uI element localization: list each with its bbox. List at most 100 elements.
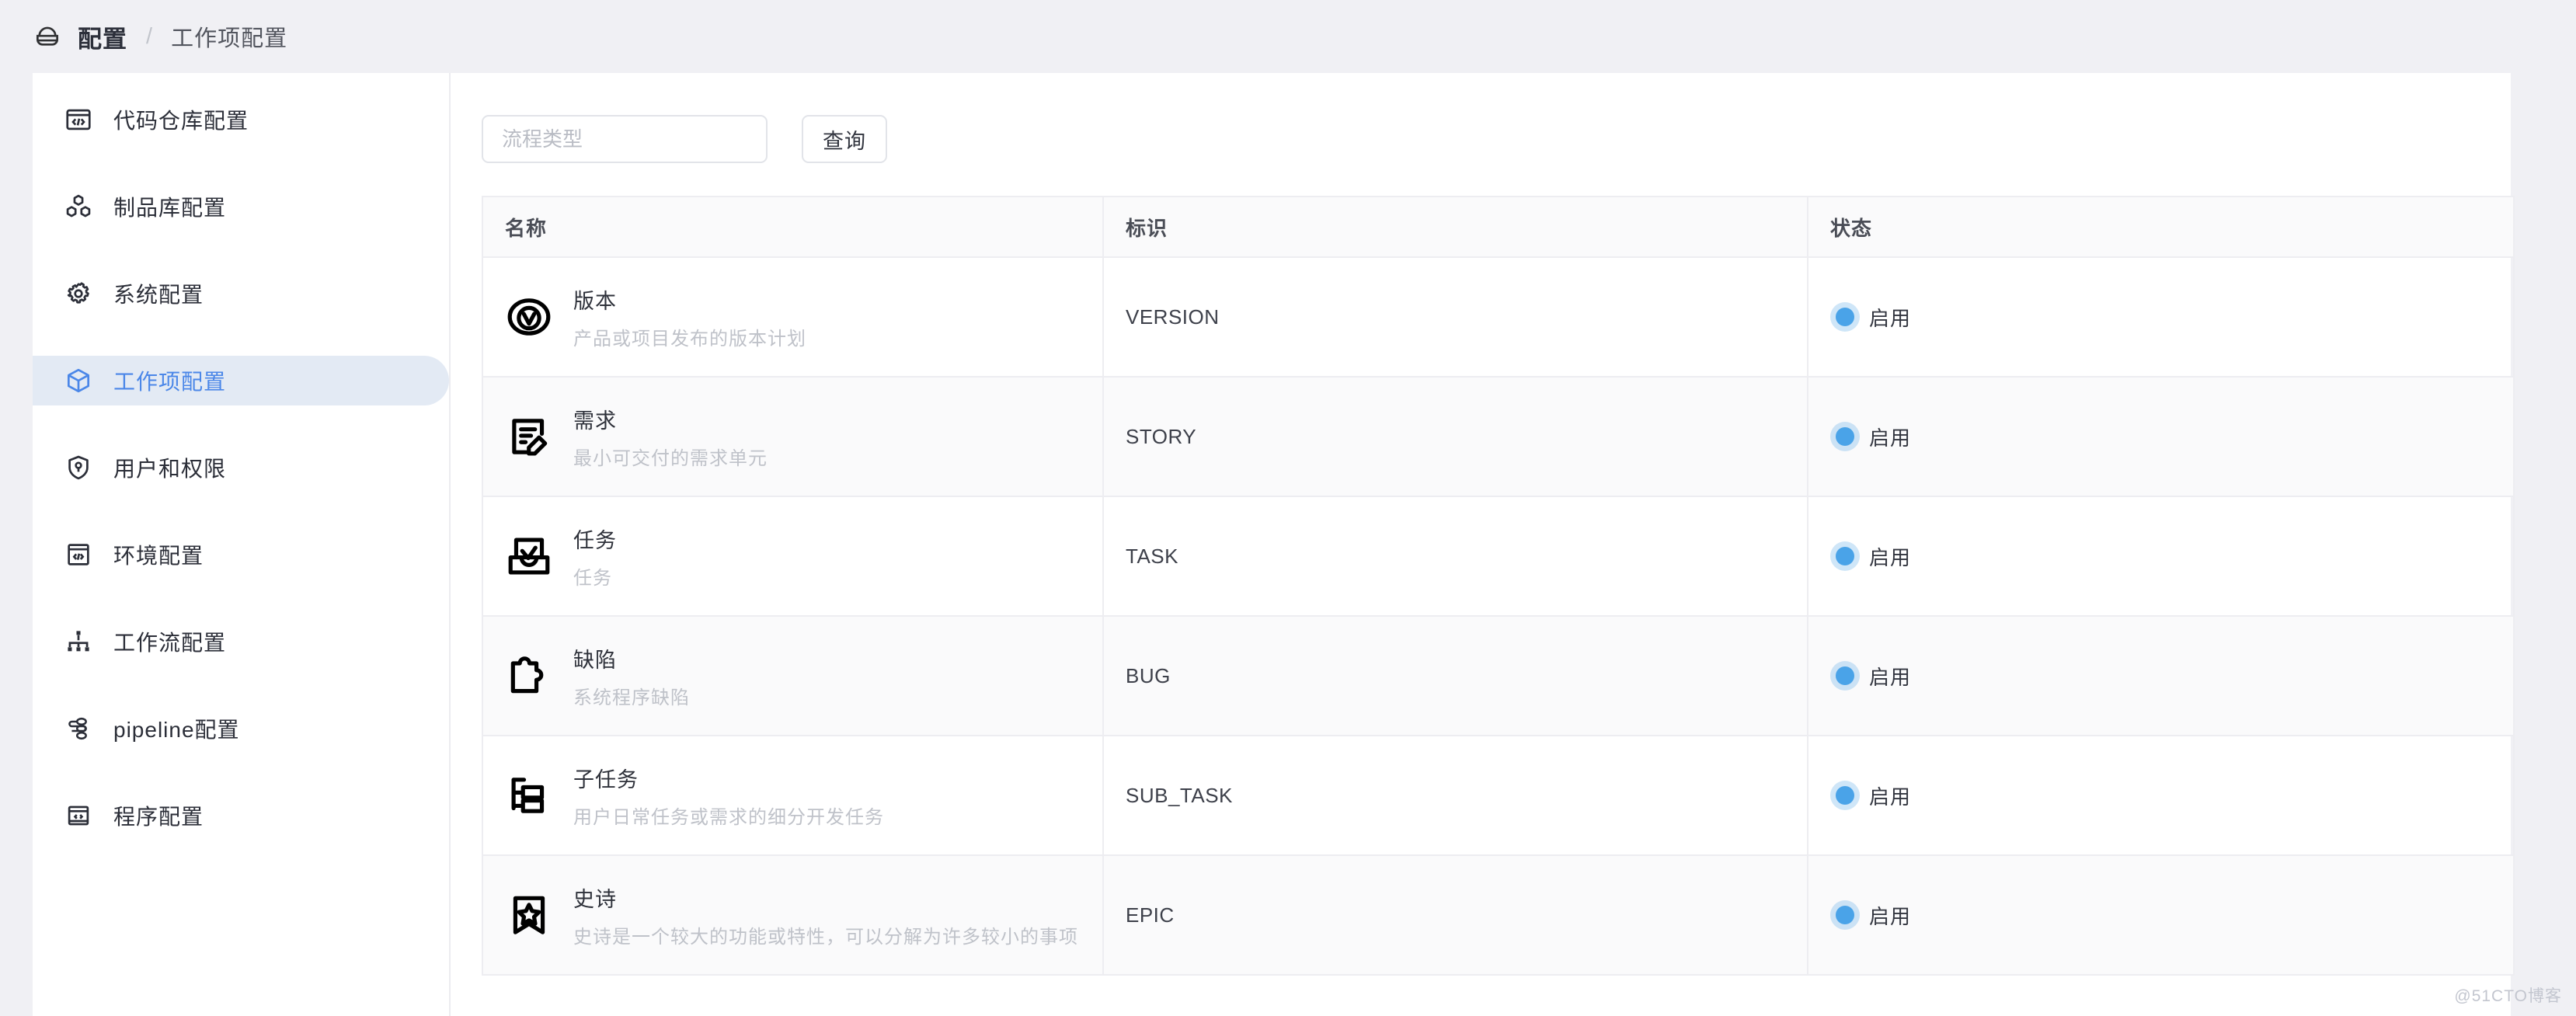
basket-icon [33,22,62,51]
cell-status: 启用 [1808,736,2514,855]
cell-key: STORY [1103,377,1808,496]
sidebar-item-users-permissions[interactable]: 用户和权限 [33,443,449,492]
cell-name: 缺陷 系统程序缺陷 [482,616,1103,736]
sidebar-item-label: 代码仓库配置 [113,104,249,135]
cell-name: 版本 产品或项目发布的版本计划 [482,257,1103,377]
item-key: BUG [1126,664,1171,687]
cell-key: EPIC [1103,855,1808,975]
cubes-icon [64,192,93,221]
sidebar-item-system-config[interactable]: 系统配置 [33,269,449,318]
sidebar-item-pipeline-config[interactable]: pipeline配置 [33,704,449,753]
status-badge: 启用 [1869,781,1911,810]
status-dot-icon [1836,308,1854,326]
sidebar-item-label: 系统配置 [113,278,204,309]
breadcrumb-root[interactable]: 配置 [78,19,127,54]
status-dot-icon [1836,547,1854,565]
process-type-input[interactable] [482,115,768,163]
sidebar-item-workitem-config[interactable]: 工作项配置 [33,356,449,405]
table-row[interactable]: 子任务 用户日常任务或需求的细分开发任务 SUB_TASK 启用 [482,736,2514,855]
column-header-status: 状态 [1808,197,2514,257]
document-edit-icon [505,412,553,461]
table-row[interactable]: 史诗 史诗是一个较大的功能或特性，可以分解为许多较小的事项 EPIC 启用 [482,855,2514,975]
sidebar-item-program-config[interactable]: 程序配置 [33,791,449,840]
table-row[interactable]: 任务 任务 TASK 启用 [482,496,2514,616]
version-check-circle-icon [505,293,553,341]
bookmark-star-icon [505,891,553,939]
table-header-row: 名称 标识 状态 [482,197,2514,257]
sidebar-item-workflow-config[interactable]: 工作流配置 [33,617,449,666]
item-description: 史诗是一个较大的功能或特性，可以分解为许多较小的事项 [573,921,1078,948]
status-badge: 启用 [1869,303,1911,332]
gear-icon [64,279,93,308]
status-dot-icon [1836,666,1854,685]
sidebar: 代码仓库配置 制品库配置 系统配置 [33,73,451,1016]
breadcrumb-separator: / [146,24,152,50]
watermark: @51CTO博客 [2454,983,2562,1007]
column-header-key: 标识 [1103,197,1808,257]
cell-status: 启用 [1808,377,2514,496]
cell-name: 史诗 史诗是一个较大的功能或特性，可以分解为许多较小的事项 [482,855,1103,975]
status-badge: 启用 [1869,662,1911,691]
cell-key: TASK [1103,496,1808,616]
cell-status: 启用 [1808,257,2514,377]
item-key: TASK [1126,545,1178,568]
item-key: EPIC [1126,903,1175,927]
table-row[interactable]: 版本 产品或项目发布的版本计划 VERSION 启用 [482,257,2514,377]
code-square-icon [64,540,93,569]
item-title: 版本 [573,284,806,315]
status-badge: 启用 [1869,542,1911,571]
sidebar-item-label: 用户和权限 [113,452,226,483]
item-key: STORY [1126,425,1196,448]
item-title: 史诗 [573,882,1078,913]
code-window-icon [64,105,93,134]
query-button[interactable]: 查询 [802,115,887,163]
sidebar-item-label: 程序配置 [113,800,204,831]
status-dot-icon [1836,427,1854,446]
table-body: 版本 产品或项目发布的版本计划 VERSION 启用 [482,257,2514,975]
program-icon [64,801,93,830]
table-header: 名称 标识 状态 [482,197,2514,257]
cell-status: 启用 [1808,496,2514,616]
breadcrumb-leaf[interactable]: 工作项配置 [171,20,287,53]
cell-name: 需求 最小可交付的需求单元 [482,377,1103,496]
item-description: 最小可交付的需求单元 [573,443,768,470]
shield-key-icon [64,453,93,482]
status-dot-icon [1836,906,1854,924]
pipeline-icon [64,714,93,743]
item-description: 系统程序缺陷 [573,682,690,709]
subtask-tree-icon [505,771,553,819]
column-header-name: 名称 [482,197,1103,257]
item-description: 任务 [573,562,617,590]
breadcrumb-bar: 配置 / 工作项配置 [0,0,2576,73]
sidebar-item-label: 工作项配置 [113,365,226,396]
sidebar-item-label: 制品库配置 [113,191,226,222]
sidebar-item-label: 环境配置 [113,539,204,570]
item-key: SUB_TASK [1126,784,1233,807]
status-badge: 启用 [1869,901,1911,930]
item-description: 产品或项目发布的版本计划 [573,323,806,350]
sidebar-item-environment-config[interactable]: 环境配置 [33,530,449,579]
filter-bar: 查询 [482,115,2447,163]
cube-outline-icon [64,366,93,395]
task-check-inbox-icon [505,532,553,580]
content-area: 查询 名称 标识 状态 [451,73,2511,1016]
puzzle-piece-icon [505,652,553,700]
cell-key: SUB_TASK [1103,736,1808,855]
cell-key: BUG [1103,616,1808,736]
item-key: VERSION [1126,305,1220,329]
workitem-table: 名称 标识 状态 [482,196,2515,976]
table-row[interactable]: 缺陷 系统程序缺陷 BUG 启用 [482,616,2514,736]
cell-key: VERSION [1103,257,1808,377]
sidebar-item-code-repo[interactable]: 代码仓库配置 [33,95,449,144]
hierarchy-icon [64,627,93,656]
status-dot-icon [1836,786,1854,805]
sidebar-item-label: 工作流配置 [113,626,226,657]
cell-status: 启用 [1808,616,2514,736]
sidebar-item-label: pipeline配置 [113,713,240,744]
status-badge: 启用 [1869,423,1911,451]
item-title: 缺陷 [573,643,690,673]
sidebar-item-artifact-repo[interactable]: 制品库配置 [33,182,449,231]
cell-name: 子任务 用户日常任务或需求的细分开发任务 [482,736,1103,855]
app-shell: 代码仓库配置 制品库配置 系统配置 [33,73,2511,1016]
table-row[interactable]: 需求 最小可交付的需求单元 STORY 启用 [482,377,2514,496]
